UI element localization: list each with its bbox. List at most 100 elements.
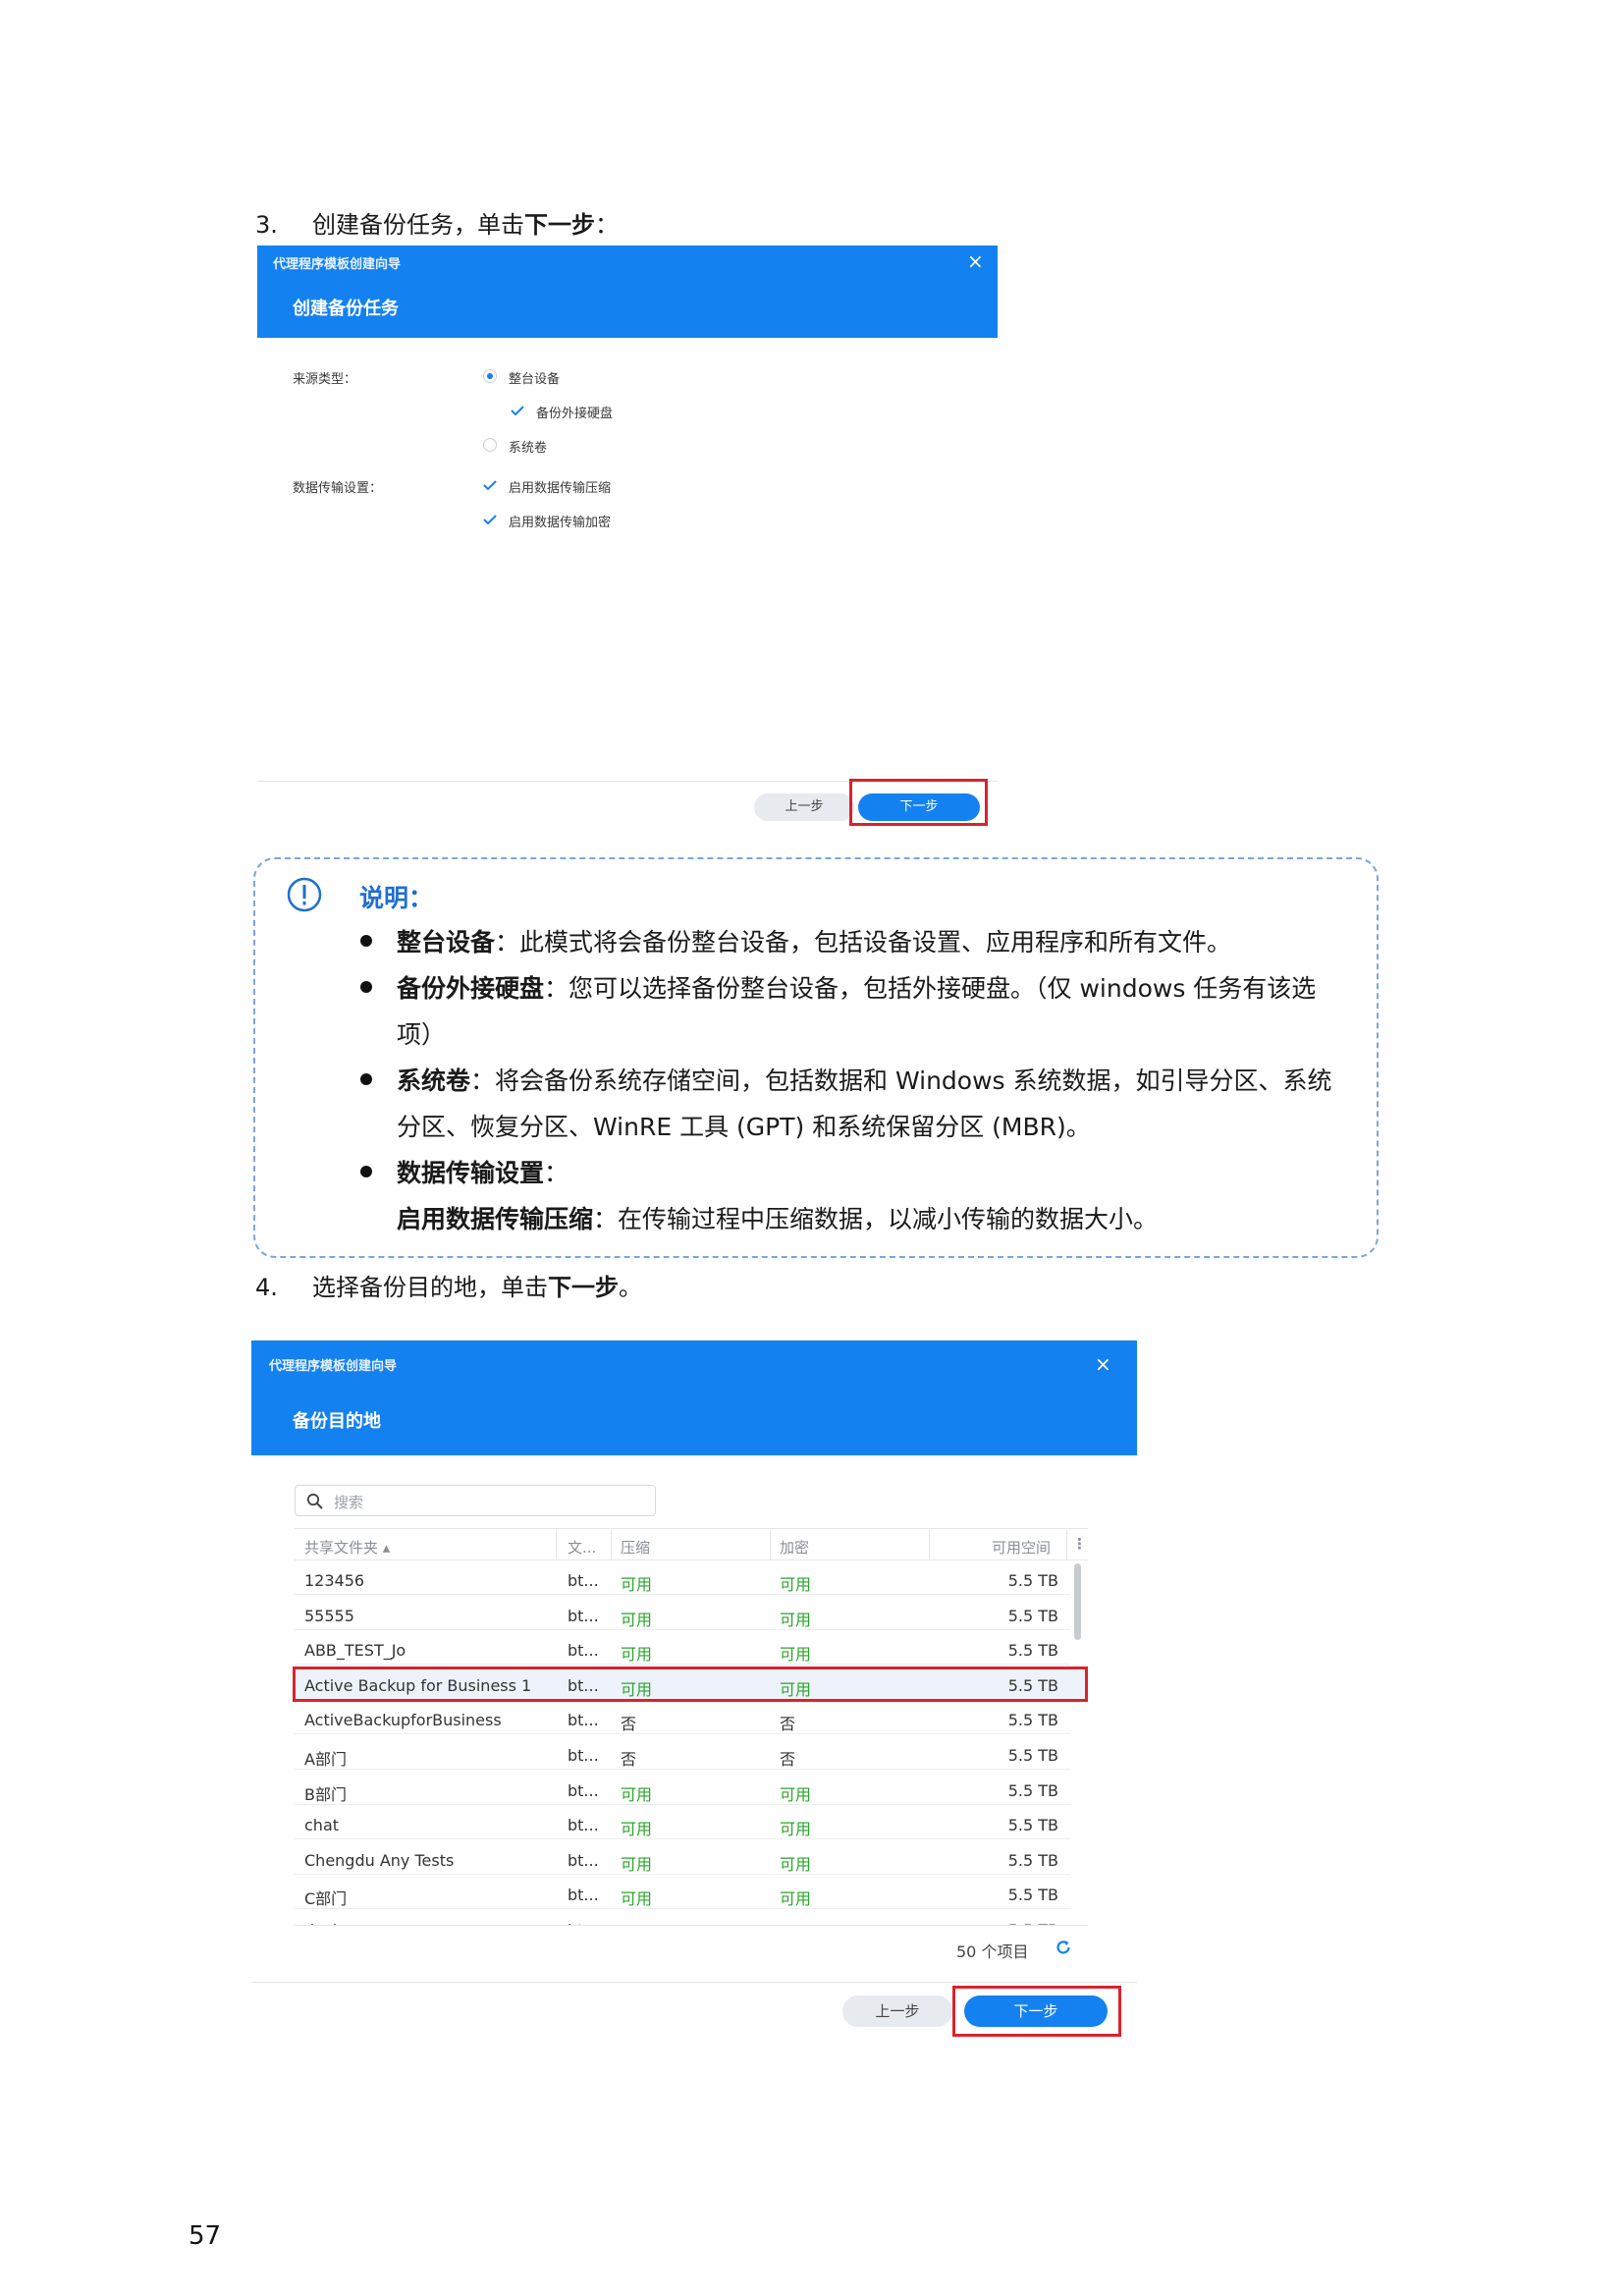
checkbox-compression[interactable] xyxy=(483,480,497,490)
note-box xyxy=(253,857,1379,1258)
cell-compression: 否 xyxy=(621,1715,637,1733)
item-count: 50 个项目 xyxy=(956,1942,1029,1961)
note-item: 备份外接硬盘：您可以选择备份整台设备，包括外接硬盘。（仅 windows 任务有… xyxy=(397,969,1316,1005)
cell-shared-folder: 55555 xyxy=(304,1607,354,1625)
checkbox-encryption[interactable] xyxy=(483,515,497,524)
close-icon[interactable]: × xyxy=(967,251,984,271)
cell-free-space: 5.5 TB xyxy=(1007,1571,1058,1590)
col-divider xyxy=(1066,1530,1067,1559)
info-icon xyxy=(287,877,322,916)
cell-free-space: 5.5 TB xyxy=(1007,1816,1058,1834)
col-header-free-space[interactable]: 可用空间 xyxy=(992,1537,1051,1558)
row-divider xyxy=(295,1629,1070,1630)
radio-whole-device[interactable] xyxy=(483,369,497,383)
note-item-text: ：将会备份系统存储空间，包括数据和 Windows 系统数据，如引导分区、系统 xyxy=(470,1066,1332,1095)
note-item: 整台设备：此模式将会备份整台设备，包括设备设置、应用程序和所有文件。 xyxy=(397,923,1231,958)
cell-filesystem: bt... xyxy=(568,1746,599,1765)
bullet xyxy=(360,1166,372,1177)
cell-shared-folder: C部门 xyxy=(304,1889,348,1908)
cell-free-space: 5.5 TB xyxy=(1007,1886,1058,1904)
step-tail: ： xyxy=(595,211,619,239)
cell-encryption: 可用 xyxy=(780,1785,812,1804)
note-item-bold: 数据传输设置 xyxy=(397,1159,545,1187)
table-bottom-line xyxy=(295,1925,1088,1926)
row-divider xyxy=(295,1733,1070,1734)
row-divider xyxy=(295,1594,1070,1595)
cell-shared-folder: A部门 xyxy=(304,1750,347,1769)
note-item-bold: 整台设备 xyxy=(397,928,496,957)
search-icon xyxy=(306,1493,323,1513)
checkbox-backup-external[interactable] xyxy=(511,406,524,415)
note-sub-bold: 启用数据传输压缩 xyxy=(397,1205,594,1233)
bullet xyxy=(360,935,372,947)
note-item-text: ： xyxy=(544,1159,569,1187)
cell-encryption: 可用 xyxy=(780,1889,812,1908)
cell-shared-folder: Chengdu Any Tests xyxy=(304,1851,455,1870)
bullet xyxy=(360,981,372,993)
note-item-text: ：您可以选择备份整台设备，包括外接硬盘。（仅 windows 任务有该选 xyxy=(544,974,1317,1003)
scrollbar-thumb[interactable] xyxy=(1074,1563,1081,1640)
col-header-compression[interactable]: 压缩 xyxy=(621,1537,650,1558)
step-3-heading: 3. 创建备份任务，单击下一步： xyxy=(255,205,619,240)
cell-filesystem: bt... xyxy=(568,1571,599,1590)
step-tail: 。 xyxy=(619,1274,642,1301)
cell-shared-folder: ABB_TEST_Jo xyxy=(304,1641,406,1660)
cell-free-space: 5.5 TB xyxy=(1007,1746,1058,1765)
col-header-encryption[interactable]: 加密 xyxy=(780,1537,809,1558)
row-divider xyxy=(295,1874,1070,1875)
note-subitem: 启用数据传输压缩：在传输过程中压缩数据，以减小传输的数据大小。 xyxy=(397,1200,1158,1235)
prev-button[interactable]: 上一步 xyxy=(754,793,854,821)
cell-compression: 可用 xyxy=(621,1645,653,1664)
prev-button[interactable]: 上一步 xyxy=(842,1995,952,2027)
cell-compression: 可用 xyxy=(621,1889,653,1908)
dialog-title: 备份目的地 xyxy=(293,1411,381,1432)
note-item-text: ：此模式将会备份整台设备，包括设备设置、应用程序和所有文件。 xyxy=(495,928,1232,957)
option-label: 系统卷 xyxy=(509,441,548,456)
cell-encryption: 否 xyxy=(780,1715,796,1733)
search-placeholder: 搜索 xyxy=(334,1494,364,1511)
cell-encryption: 可用 xyxy=(780,1575,812,1594)
highlight-box xyxy=(952,1986,1121,2037)
cell-shared-folder: chat xyxy=(304,1816,340,1834)
option-label: 启用数据传输加密 xyxy=(509,516,612,530)
dialog-title: 创建备份任务 xyxy=(293,299,399,319)
highlight-box xyxy=(849,779,988,826)
step-number: 3. xyxy=(255,211,278,239)
footer-divider xyxy=(251,1982,1137,1983)
wizard-title: 代理程序模板创建向导 xyxy=(273,257,402,272)
cell-compression: 可用 xyxy=(621,1785,653,1804)
note-item-bold: 备份外接硬盘 xyxy=(397,974,545,1003)
col-divider xyxy=(770,1530,771,1559)
cell-compression: 否 xyxy=(621,1750,637,1769)
cell-free-space: 5.5 TB xyxy=(1007,1851,1058,1870)
radio-system-volume[interactable] xyxy=(483,438,497,452)
col-divider xyxy=(556,1530,557,1559)
cell-shared-folder: 123456 xyxy=(304,1571,365,1590)
cell-encryption: 可用 xyxy=(780,1645,812,1664)
col-header-shared-folder[interactable]: 共享文件夹 ▴ xyxy=(304,1537,390,1558)
option-label: 整台设备 xyxy=(509,372,561,387)
close-icon[interactable]: × xyxy=(1095,1354,1111,1374)
page-number: 57 xyxy=(189,2221,222,2251)
table-top-line xyxy=(295,1528,1088,1529)
note-title: 说明： xyxy=(359,884,434,912)
col-header-filesystem[interactable]: 文... xyxy=(568,1537,596,1558)
cell-free-space: 5.5 TB xyxy=(1007,1641,1058,1660)
step-4-heading: 4. 选择备份目的地，单击下一步。 xyxy=(255,1268,642,1302)
step-bold: 下一步 xyxy=(548,1274,619,1301)
row-divider xyxy=(295,1769,1070,1770)
cell-filesystem: bt... xyxy=(568,1781,599,1800)
refresh-icon[interactable] xyxy=(1055,1939,1072,1960)
cell-compression: 可用 xyxy=(621,1820,653,1838)
step-text: 选择备份目的地，单击 xyxy=(312,1274,548,1301)
cell-shared-folder: ActiveBackupforBusiness xyxy=(304,1711,502,1729)
cell-filesystem: bt... xyxy=(568,1851,599,1870)
cell-encryption: 可用 xyxy=(780,1855,812,1874)
bullet xyxy=(360,1073,372,1085)
note-sub-text: ：在传输过程中压缩数据，以减小传输的数据大小。 xyxy=(593,1205,1159,1233)
column-menu-icon[interactable]: ⋮ xyxy=(1072,1535,1087,1553)
wizard-title: 代理程序模板创建向导 xyxy=(269,1359,398,1374)
cell-compression: 可用 xyxy=(621,1855,653,1874)
row-divider xyxy=(295,1838,1070,1839)
header-bottom-line xyxy=(295,1559,1088,1560)
